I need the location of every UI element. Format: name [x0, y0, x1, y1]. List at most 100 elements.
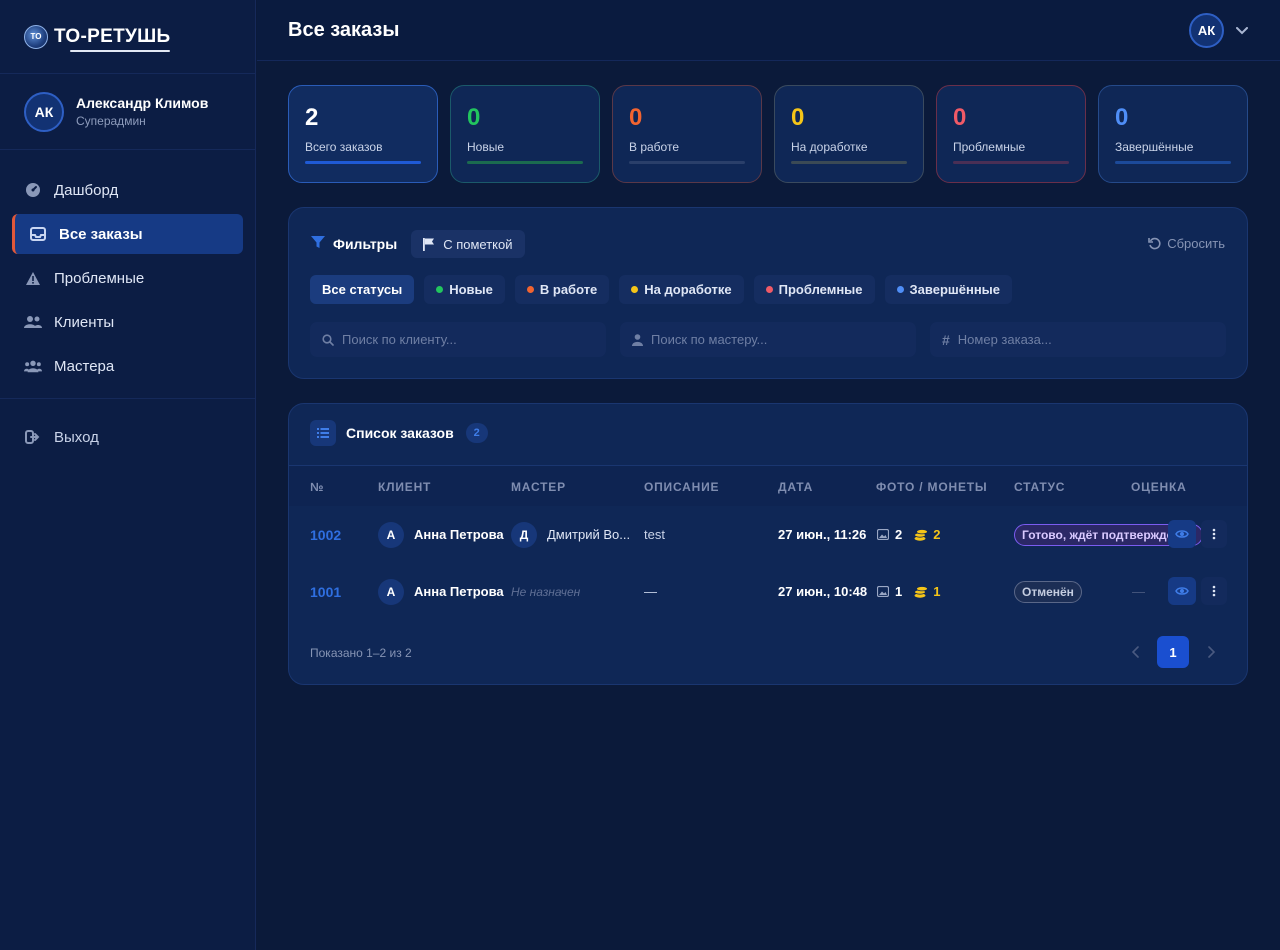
stat-card-problems[interactable]: 0 Проблемные — [936, 85, 1086, 183]
description: test — [644, 527, 665, 542]
list-icon — [310, 420, 336, 446]
logout-label: Выход — [54, 428, 99, 446]
photos-coins-cell: 2 2 — [877, 506, 940, 563]
stat-bar — [467, 161, 583, 164]
flag-icon — [423, 237, 435, 251]
status-cell: Отменён — [1014, 563, 1082, 620]
stat-value: 0 — [791, 104, 805, 131]
client-avatar: А — [378, 521, 404, 548]
more-options-button[interactable] — [1201, 520, 1227, 548]
order-number-input[interactable] — [957, 332, 1198, 347]
logout-icon — [24, 428, 42, 446]
sidebar-item-label: Все заказы — [59, 225, 143, 243]
stat-card-in-progress[interactable]: 0 В работе — [612, 85, 762, 183]
sidebar-item-problems[interactable]: Проблемные — [12, 258, 243, 298]
prev-page-button[interactable] — [1121, 636, 1149, 668]
table-row[interactable]: 1001 А Анна Петрова Не назначен — 27 июн… — [289, 563, 1247, 620]
column-header-rating[interactable]: ОЦЕНКА — [1131, 480, 1187, 494]
reset-icon — [1148, 237, 1161, 250]
status-dot — [526, 286, 534, 293]
status-dot — [765, 286, 773, 293]
client-name: Анна Петрова — [414, 584, 504, 599]
stat-label: Проблемные — [953, 140, 1026, 154]
client-avatar: А — [378, 578, 404, 605]
stat-bar — [1115, 161, 1231, 164]
sidebar-nav: Дашборд Все заказы Проблемные Клиенты Ма… — [0, 150, 255, 457]
search-icon — [322, 333, 334, 346]
photo-icon — [877, 529, 889, 540]
column-header-number[interactable]: № — [310, 480, 324, 494]
next-page-button[interactable] — [1197, 636, 1225, 668]
client-search-field[interactable] — [310, 322, 606, 357]
order-number-link[interactable]: 1002 — [310, 506, 341, 563]
sidebar-item-dashboard[interactable]: Дашборд — [12, 170, 243, 210]
client-search-input[interactable] — [342, 332, 582, 347]
sidebar-item-clients[interactable]: Клиенты — [12, 302, 243, 342]
rating: — — [1132, 584, 1145, 599]
column-header-master[interactable]: МАСТЕР — [511, 480, 566, 494]
chip-new[interactable]: Новые — [424, 275, 505, 304]
status-dot — [436, 286, 444, 293]
logo-emblem-icon: TO — [24, 24, 48, 49]
table-row[interactable]: 1002 А Анна Петрова Д Дмитрий Во... test… — [289, 506, 1247, 563]
master-unassigned: Не назначен — [511, 584, 581, 599]
order-number-link[interactable]: 1001 — [310, 563, 341, 620]
reset-filters-button[interactable]: Сбросить — [1148, 236, 1225, 251]
dashboard-icon — [24, 181, 42, 199]
more-options-button[interactable] — [1201, 577, 1227, 605]
user-role: Суперадмин — [76, 114, 146, 128]
sidebar-item-label: Клиенты — [54, 313, 115, 331]
master-search-input[interactable] — [651, 332, 891, 347]
logout-button[interactable]: Выход — [12, 417, 243, 457]
logo[interactable]: TO ТО-РЕТУШЬ — [0, 0, 255, 74]
stat-card-rework[interactable]: 0 На доработке — [774, 85, 924, 183]
photo-count: 2 — [895, 527, 903, 542]
status-badge: Отменён — [1014, 580, 1082, 603]
sidebar-item-label: Мастера — [54, 357, 115, 375]
stat-bar — [953, 161, 1069, 164]
team-icon — [24, 357, 42, 375]
filters-title: Фильтры — [333, 236, 398, 252]
stat-bar — [305, 161, 421, 164]
hash-icon: # — [942, 331, 950, 348]
sidebar-item-all-orders[interactable]: Все заказы — [12, 214, 243, 254]
stat-card-new[interactable]: 0 Новые — [450, 85, 600, 183]
flagged-filter-button[interactable]: С пометкой — [411, 230, 525, 258]
chip-rework[interactable]: На доработке — [619, 275, 744, 304]
order-date: 27 июн., 10:48 — [778, 584, 868, 599]
header-avatar[interactable]: АК — [1189, 13, 1224, 48]
sidebar-item-label: Проблемные — [54, 269, 145, 287]
stat-card-completed[interactable]: 0 Завершённые — [1098, 85, 1248, 183]
photo-icon — [877, 586, 889, 597]
master-avatar: Д — [511, 521, 537, 548]
sidebar-item-label: Дашборд — [54, 181, 119, 199]
order-date: 27 июн., 11:26 — [778, 527, 867, 542]
user-icon — [632, 333, 643, 346]
stat-card-total[interactable]: 2 Всего заказов — [288, 85, 438, 183]
column-header-status[interactable]: СТАТУС — [1014, 480, 1065, 494]
stat-value: 0 — [953, 104, 967, 131]
chip-in-progress[interactable]: В работе — [514, 275, 610, 304]
view-order-button[interactable] — [1168, 520, 1196, 548]
chip-all-statuses[interactable]: Все статусы — [310, 275, 415, 304]
orders-panel: Список заказов 2 № КЛИЕНТ МАСТЕР ОПИСАНИ… — [288, 403, 1248, 685]
coins-icon — [914, 528, 929, 541]
stat-label: Всего заказов — [305, 140, 383, 154]
chip-problems[interactable]: Проблемные — [753, 275, 875, 304]
column-header-client[interactable]: КЛИЕНТ — [378, 480, 431, 494]
column-header-photos-coins[interactable]: ФОТО / МОНЕТЫ — [876, 480, 987, 494]
view-order-button[interactable] — [1168, 577, 1196, 605]
sidebar-item-masters[interactable]: Мастера — [12, 346, 243, 386]
chevron-down-icon[interactable] — [1236, 22, 1248, 40]
page-button-current[interactable]: 1 — [1157, 636, 1189, 668]
column-header-date[interactable]: ДАТА — [778, 480, 813, 494]
chip-completed[interactable]: Завершённые — [884, 275, 1012, 304]
master-search-field[interactable] — [620, 322, 916, 357]
photos-coins-cell: 1 1 — [877, 563, 940, 620]
column-header-description[interactable]: ОПИСАНИЕ — [644, 480, 719, 494]
chip-label: Все статусы — [322, 282, 403, 297]
order-number-field[interactable]: # — [930, 322, 1226, 357]
stat-value: 0 — [1115, 104, 1129, 131]
client-cell: А Анна Петрова — [378, 506, 504, 563]
pagination: 1 — [1121, 636, 1225, 668]
